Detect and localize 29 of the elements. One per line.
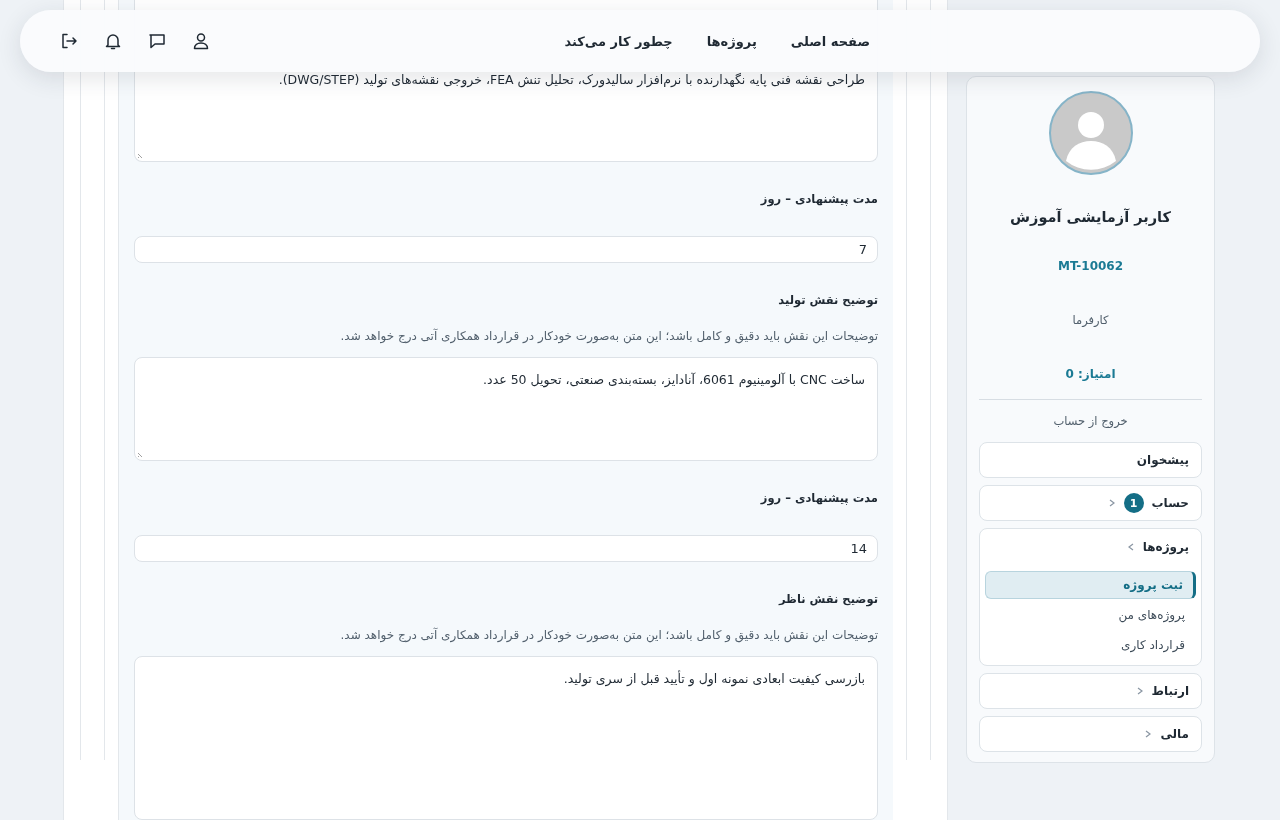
input-field[interactable]: 14 (134, 535, 878, 563)
resize-grip-icon[interactable] (137, 450, 145, 459)
menu-item[interactable]: مالی (979, 716, 1202, 752)
menu-item[interactable]: پروژه‌ها (1142, 540, 1189, 554)
input-field[interactable]: 7 (134, 236, 878, 263)
submenu-item[interactable]: پروژه‌های من (985, 601, 1196, 629)
user-role: کارفرما (1072, 313, 1109, 327)
text-area[interactable]: بازرسی کیفیت ابعادی نمونه اول و تأیید قبل از سری تولید. (134, 656, 878, 820)
menu-item[interactable]: ارتباط (979, 673, 1202, 709)
user-code: MT-10062 (1057, 259, 1124, 273)
menu-item[interactable]: پیشخوان (979, 442, 1202, 478)
avatar-icon (1048, 91, 1133, 175)
nav-link[interactable]: پروژه‌ها (706, 33, 757, 49)
field-label: توضیح نقش تولید (777, 293, 878, 307)
field-hint: توضیحات این نقش باید دقیق و کامل باشد؛ این متن به‌صورت خودکار در قرارداد همکاری آتی درج خواهد شد. (339, 628, 878, 643)
submenu-item[interactable]: ثبت پروژه (985, 571, 1196, 599)
field-label: توضیح نقش ناظر (777, 592, 878, 607)
field-label: مدت پیشنهادی – روز (759, 491, 878, 506)
user-name: کاربر آزمایشی آموزش (1010, 209, 1171, 225)
field-hint: توضیحات این نقش باید دقیق و کامل باشد؛ این متن به‌صورت خودکار در قرارداد همکاری آتی درج خواهد شد. (339, 329, 878, 343)
count-badge: 1 (1123, 493, 1144, 513)
nav-link[interactable]: صفحه اصلی (790, 33, 870, 49)
nav-link[interactable]: چطور کار می‌کند (564, 33, 673, 49)
user-score: امتیاز: 0 (1065, 367, 1116, 381)
text-area[interactable]: ساخت CNC با آلومینیوم 6061، آنادایز، بسته‌بندی صنعتی، تحویل 50 عدد. (134, 357, 878, 462)
logout-link[interactable]: خروج از حساب (1053, 414, 1128, 428)
field-label: مدت پیشنهادی – روز (759, 192, 878, 207)
resize-grip-icon[interactable] (137, 151, 145, 160)
submenu-item[interactable]: قرارداد کاری (985, 631, 1196, 659)
